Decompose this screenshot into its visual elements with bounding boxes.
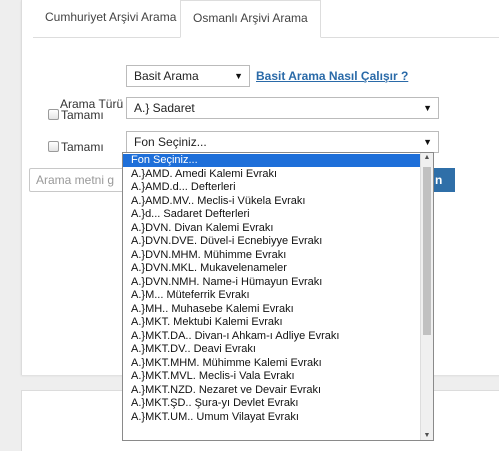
dropdown-option[interactable]: A.}DVN.NMH. Name-i Hümayun Evrakı: [123, 276, 421, 289]
search-type-select-box[interactable]: Basit Arama ▼: [126, 65, 250, 87]
tamami-checkbox-1[interactable]: [48, 109, 59, 120]
tab-osmanli[interactable]: Osmanlı Arşivi Arama: [180, 0, 321, 38]
dropdown-option[interactable]: A.}M... Müteferrik Evrakı: [123, 289, 421, 302]
dropdown-option[interactable]: A.}MKT.ŞD.. Şura-yı Devlet Evrakı: [123, 397, 421, 410]
tamami-label-2: Tamamı: [61, 140, 104, 154]
how-search-works-link[interactable]: Basit Arama Nasıl Çalışır ?: [256, 69, 408, 83]
dropdown-option[interactable]: A.}MKT.MVL. Meclis-i Vala Evrakı: [123, 370, 421, 383]
dropdown-option[interactable]: A.}MKT.MHM. Mühimme Kalemi Evrakı: [123, 357, 421, 370]
dropdown-option[interactable]: A.}DVN. Divan Kalemi Evrakı: [123, 222, 421, 235]
archive-select[interactable]: A.} Sadaret ▼: [126, 97, 439, 119]
dropdown-option[interactable]: A.}d... Sadaret Defterleri: [123, 208, 421, 221]
dropdown-option[interactable]: Fon Seçiniz...: [123, 154, 421, 167]
dropdown-scrollbar[interactable]: ▲ ▼: [420, 153, 433, 440]
dropdown-option[interactable]: A.}MKT.DA.. Divan-ı Ahkam-ı Adliye Evrak…: [123, 330, 421, 343]
dropdown-option[interactable]: A.}MKT.NZD. Nezaret ve Devair Evrakı: [123, 384, 421, 397]
dropdown-option[interactable]: A.}DVN.MHM. Mühimme Evrakı: [123, 249, 421, 262]
dropdown-option[interactable]: A.}MH.. Muhasebe Kalemi Evrakı: [123, 303, 421, 316]
scroll-up-icon[interactable]: ▲: [421, 154, 433, 161]
fond-chevron-down-icon: ▼: [423, 137, 432, 147]
dropdown-option[interactable]: A.}MKT.UM.. Umum Vilayat Evrakı: [123, 411, 421, 424]
dropdown-option[interactable]: A.}AMD.MV.. Meclis-i Vükela Evrakı: [123, 195, 421, 208]
fond-dropdown-list: Fon Seçiniz... A.}AMD. Amedi Kalemi Evrak…: [122, 152, 434, 441]
dropdown-option[interactable]: A.}MKT. Mektubi Kalemi Evrakı: [123, 316, 421, 329]
tamami-checkbox-2[interactable]: [48, 141, 59, 152]
scroll-down-icon[interactable]: ▼: [421, 432, 433, 439]
dropdown-option[interactable]: A.}MKT.DV.. Deavi Evrakı: [123, 343, 421, 356]
search-type-selected: Basit Arama: [134, 69, 199, 83]
select-caret-icon: ▼: [234, 71, 243, 81]
tab-cumhuriyet[interactable]: Cumhuriyet Arşivi Arama: [33, 0, 188, 36]
fond-select-value: Fon Seçiniz...: [134, 135, 207, 149]
scroll-thumb[interactable]: [423, 167, 431, 335]
dropdown-option[interactable]: A.}AMD. Amedi Kalemi Evrakı: [123, 168, 421, 181]
archive-chevron-down-icon: ▼: [423, 103, 432, 113]
dropdown-option[interactable]: A.}DVN.MKL. Mukavelenameler: [123, 262, 421, 275]
dropdown-option[interactable]: A.}DVN.DVE. Düvel-i Ecnebiyye Evrakı: [123, 235, 421, 248]
fond-select[interactable]: Fon Seçiniz... ▼: [126, 131, 439, 153]
tamami-label-1: Tamamı: [61, 108, 104, 122]
tab-bar: Cumhuriyet Arşivi Arama Osmanlı Arşivi A…: [33, 0, 499, 38]
dropdown-option[interactable]: A.}AMD.d... Defterleri: [123, 181, 421, 194]
search-button[interactable]: n: [434, 168, 455, 192]
archive-select-value: A.} Sadaret: [134, 101, 195, 115]
